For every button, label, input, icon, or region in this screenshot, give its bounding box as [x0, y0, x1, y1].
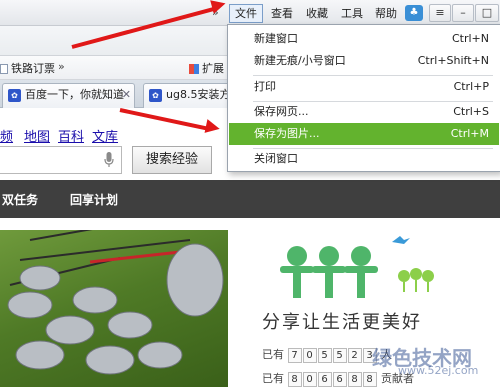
file-menu-dropdown: 新建窗口 Ctrl+N 新建无痕/小号窗口 Ctrl+Shift+N 打印 Ct… — [227, 24, 500, 172]
stat-row-contributors: 已有 806688 贡献者 — [262, 372, 414, 387]
nav-share-plan[interactable]: 回享计划 — [70, 191, 118, 208]
golf-clubs-illustration — [7, 230, 224, 375]
red-arrow-head — [204, 119, 222, 136]
menu-view[interactable]: 查看 — [265, 4, 299, 23]
tab-list-button[interactable]: ≡ — [429, 4, 451, 22]
baidu-paw-icon: ✿ — [8, 89, 21, 102]
nav-link-baike[interactable]: 百科 — [58, 126, 84, 145]
menu-item-new-window[interactable]: 新建窗口 Ctrl+N — [229, 28, 499, 50]
page-icon — [0, 64, 8, 74]
menu-bar: » 文件 查看 收藏 工具 帮助 ♣ ≡ – □ — [0, 0, 500, 26]
golf-clubs-image — [0, 230, 228, 387]
menu-item-new-incognito-window[interactable]: 新建无痕/小号窗口 Ctrl+Shift+N — [229, 50, 499, 72]
stat-digit: 7 — [287, 348, 302, 363]
nav-link-wenku[interactable]: 文库 — [92, 126, 118, 145]
nav-link-map[interactable]: 地图 — [24, 126, 50, 145]
baidu-paw-icon: ✿ — [149, 89, 162, 102]
extensions-icon — [189, 64, 199, 74]
maximize-button[interactable]: □ — [475, 4, 499, 22]
stat-digit: 8 — [287, 372, 302, 387]
menu-tools[interactable]: 工具 — [335, 4, 369, 23]
tab-baidu[interactable]: ✿ 百度一下，你就知道 ✕ — [2, 83, 135, 108]
menu-item-close-window[interactable]: 关闭窗口 — [229, 148, 499, 170]
slogan-text: 分享让生活更美好 — [262, 312, 422, 333]
tab-close-icon[interactable]: ✕ — [122, 84, 131, 106]
nav-link-video[interactable]: 频 — [0, 126, 13, 145]
stat-digit: 6 — [332, 372, 347, 387]
bookmark-overflow-chevron[interactable]: » — [58, 60, 65, 73]
menu-favorites[interactable]: 收藏 — [300, 4, 334, 23]
microphone-icon[interactable] — [104, 152, 114, 168]
nav-tasks[interactable]: 双任务 — [2, 191, 38, 208]
stat-digit: 6 — [317, 372, 332, 387]
stat-digit: 5 — [317, 348, 332, 363]
stat-digit: 8 — [362, 372, 377, 387]
stat-digit: 5 — [332, 348, 347, 363]
menu-item-print[interactable]: 打印 Ctrl+P — [229, 76, 499, 98]
minimize-button[interactable]: – — [452, 4, 474, 22]
stat-digit: 2 — [347, 348, 362, 363]
menu-file[interactable]: 文件 — [229, 4, 263, 23]
shirt-icon[interactable]: ♣ — [405, 5, 423, 21]
stat-digit: 0 — [302, 348, 317, 363]
watermark-url: www.52ej.com — [398, 364, 479, 377]
menu-item-save-page[interactable]: 保存网页... Ctrl+S — [229, 101, 499, 123]
menu-help[interactable]: 帮助 — [369, 4, 403, 23]
extensions-button[interactable]: 扩展 — [189, 60, 224, 76]
bookmark-item-railway[interactable]: 铁路订票 — [0, 60, 55, 76]
people-trees-logo — [280, 236, 434, 298]
stat-digit: 0 — [302, 372, 317, 387]
search-experience-button[interactable]: 搜索经验 — [132, 146, 212, 174]
tab-ug85[interactable]: ✿ ug8.5安装方法 — [143, 83, 233, 108]
menu-item-save-as-image[interactable]: 保存为图片... Ctrl+M — [229, 123, 499, 145]
stat-digit: 8 — [347, 372, 362, 387]
